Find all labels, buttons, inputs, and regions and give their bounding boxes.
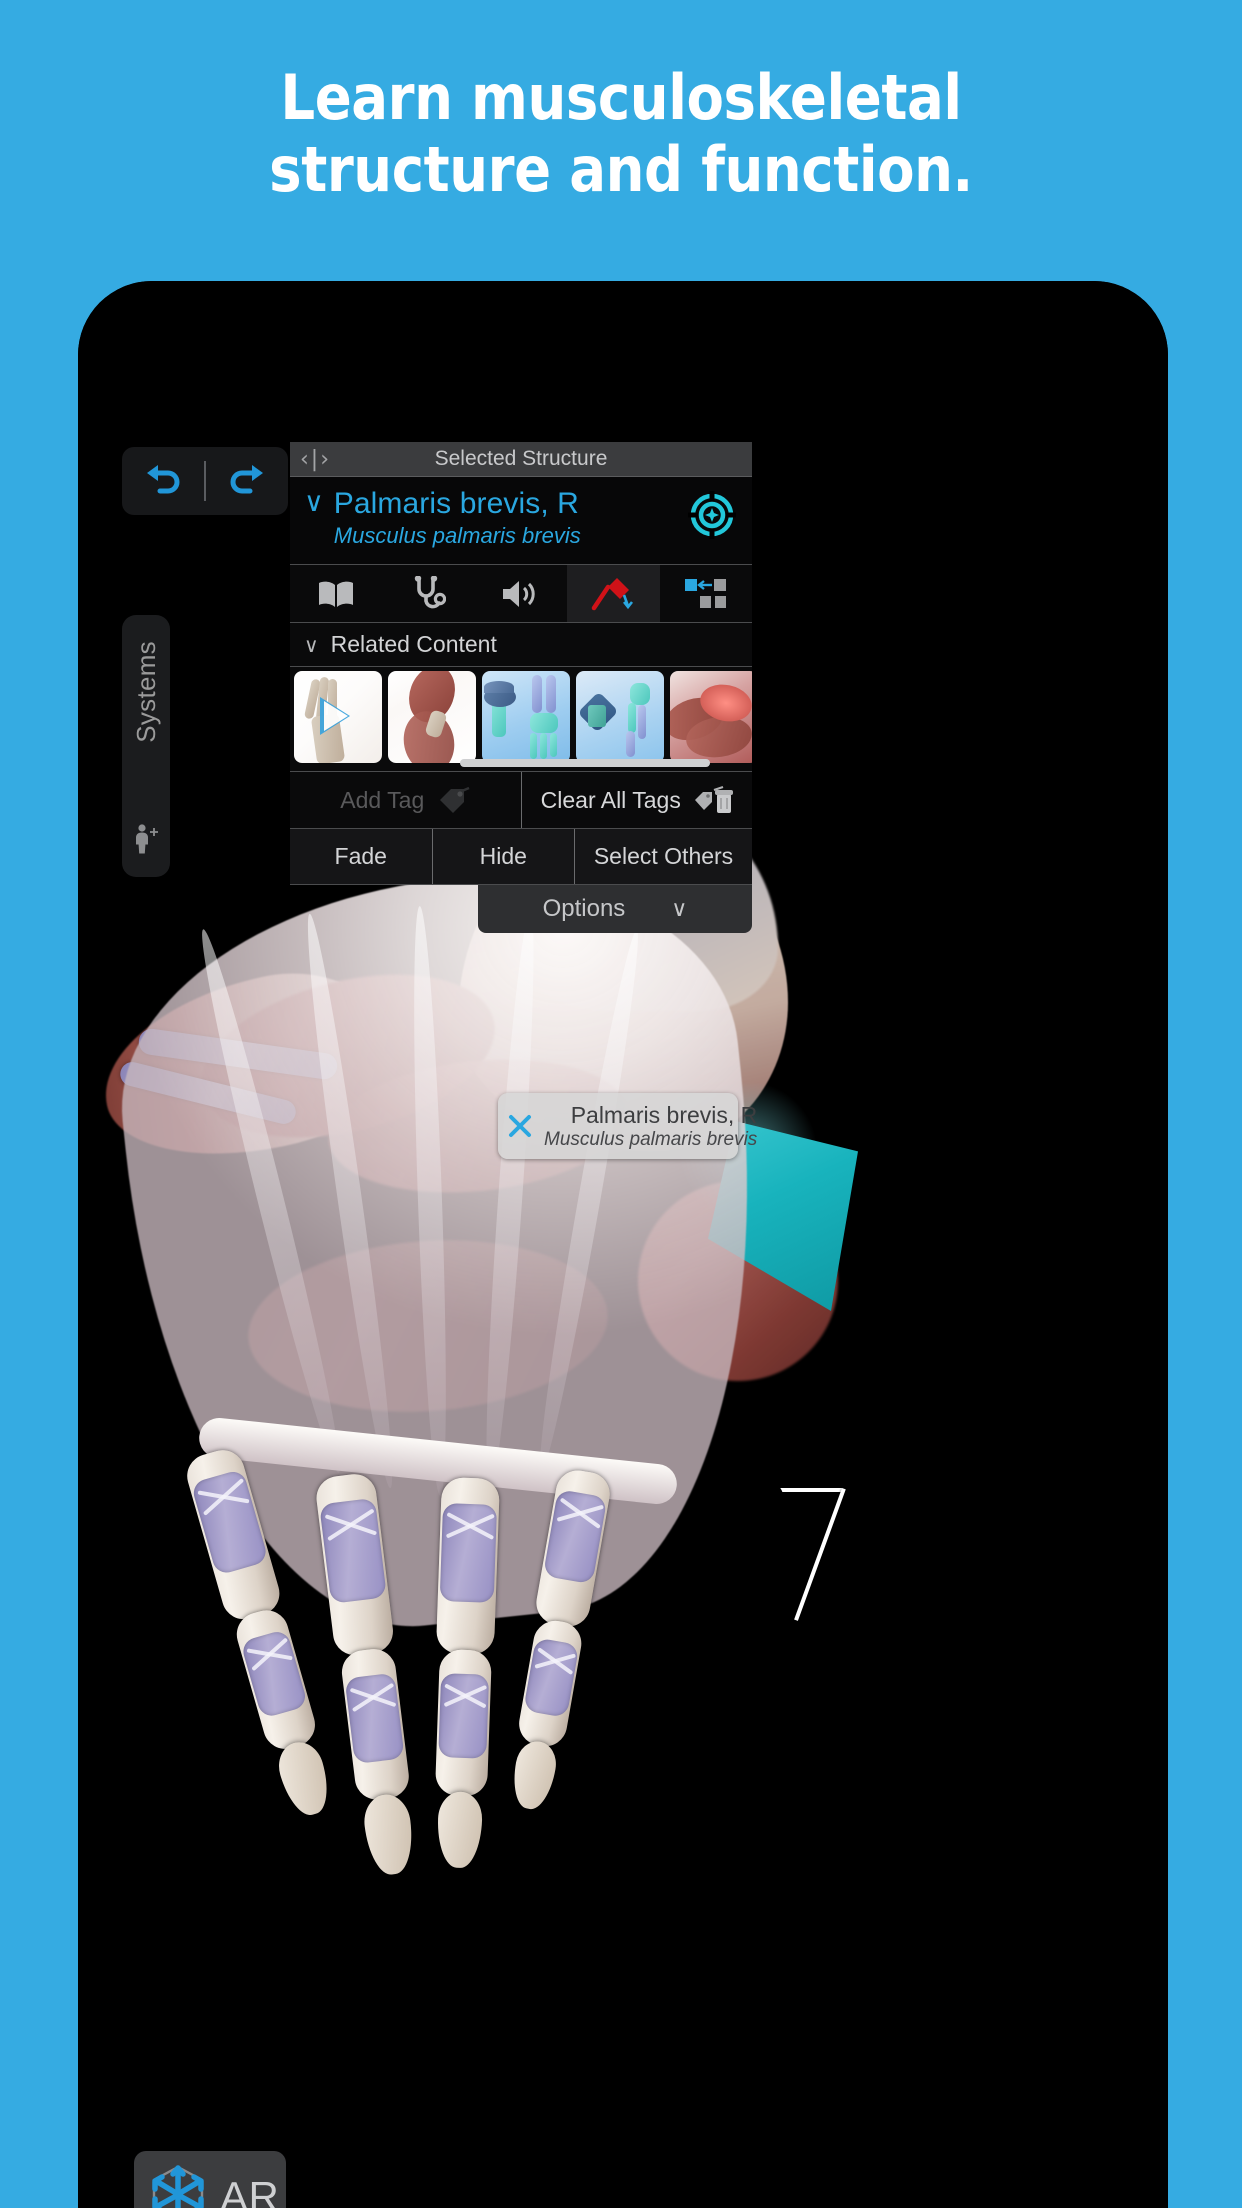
panel-title: Selected Structure xyxy=(434,447,608,470)
tag-actions-row: Add Tag Clear All Tags xyxy=(290,771,752,829)
callout-leader-line xyxy=(794,1488,846,1621)
pronounce-button[interactable] xyxy=(475,565,567,622)
ar-button[interactable]: AR xyxy=(134,2151,286,2208)
bone-shape xyxy=(630,683,650,705)
sidebar-item-systems[interactable]: Systems xyxy=(122,615,170,877)
model-callout[interactable]: Palmaris brevis, R Musculus palmaris bre… xyxy=(498,1093,757,1159)
related-content-thumbnails[interactable] xyxy=(290,667,752,771)
tag-icon xyxy=(436,785,470,815)
options-button[interactable]: Options ∨ xyxy=(478,885,752,933)
sidebar-item-label: Systems xyxy=(130,641,161,743)
tag-trash-icon xyxy=(693,784,733,816)
book-icon xyxy=(316,579,356,609)
redo-button[interactable] xyxy=(206,447,288,515)
structure-name-latin: Musculus palmaris brevis xyxy=(333,523,581,548)
structure-name-block: ∨ Palmaris brevis, R Musculus palmaris b… xyxy=(290,477,752,565)
implant-wedge xyxy=(588,705,606,727)
headline-line-2: structure and function. xyxy=(269,132,973,206)
distal-phalanx xyxy=(436,1791,484,1869)
tendon-wrap xyxy=(240,1628,309,1719)
page-title: Learn musculoskeletal structure and func… xyxy=(75,62,1168,206)
clear-all-tags-label: Clear All Tags xyxy=(540,786,681,813)
select-others-button[interactable]: Select Others xyxy=(574,829,752,884)
callout-name-en: Palmaris brevis, R xyxy=(570,1101,758,1128)
phone-frame: Systems ‹|› Selected Structure ∨ Palmari… xyxy=(78,281,1168,2208)
bone-shape xyxy=(626,731,635,757)
play-icon xyxy=(320,697,350,735)
chevron-down-icon: ∨ xyxy=(304,632,319,657)
list-item[interactable] xyxy=(670,671,752,763)
panel-titlebar: ‹|› Selected Structure xyxy=(290,442,752,477)
layout-grid-icon xyxy=(684,577,728,611)
undo-arrow-icon xyxy=(142,464,184,498)
callout-leader-horizontal xyxy=(780,1488,842,1492)
bone-shape xyxy=(550,733,557,757)
close-x-icon[interactable] xyxy=(506,1112,534,1140)
undo-redo-group xyxy=(122,447,288,515)
tendon-wrap xyxy=(344,1672,405,1765)
selected-structure-panel: ‹|› Selected Structure ∨ Palmaris brevis… xyxy=(290,442,752,933)
locate-target-icon[interactable] xyxy=(686,489,738,541)
distal-phalanx xyxy=(361,1792,417,1878)
bone-shape xyxy=(540,733,547,759)
bone-shape xyxy=(628,703,636,733)
structure-name-en: Palmaris brevis, R xyxy=(333,487,579,520)
clear-all-tags-button[interactable]: Clear All Tags xyxy=(520,772,753,828)
layout-button[interactable] xyxy=(660,565,752,622)
list-item[interactable] xyxy=(294,671,382,763)
chevron-down-icon[interactable]: ∨ xyxy=(304,488,324,518)
ar-label: AR xyxy=(220,2173,280,2208)
headline-line-1: Learn musculoskeletal xyxy=(280,61,962,134)
callout-name-latin: Musculus palmaris brevis xyxy=(544,1128,758,1150)
bone-shape xyxy=(532,675,542,713)
list-item[interactable] xyxy=(576,671,664,763)
definition-button[interactable] xyxy=(290,565,382,622)
undo-button[interactable] xyxy=(122,447,204,515)
speaker-icon xyxy=(500,578,542,610)
stethoscope-icon xyxy=(412,574,446,612)
structure-icon-toolbar xyxy=(290,565,752,623)
body-systems-add-icon xyxy=(129,822,163,861)
clinical-button[interactable] xyxy=(382,565,474,622)
ar-cube-icon xyxy=(144,2159,212,2208)
callout-anchor-dot xyxy=(757,1483,783,1509)
bone-shape xyxy=(638,705,646,739)
implant-shape xyxy=(484,681,514,693)
distal-phalanx xyxy=(508,1738,560,1813)
bone-shape xyxy=(530,713,558,733)
options-label: Options xyxy=(542,895,626,922)
bone-shape xyxy=(546,675,556,713)
thumbnails-scrollbar[interactable] xyxy=(460,759,710,767)
related-content-header[interactable]: ∨ Related Content xyxy=(290,623,752,667)
tendon-wrap xyxy=(319,1497,387,1604)
list-item[interactable] xyxy=(482,671,570,763)
related-content-title: Related Content xyxy=(330,631,497,657)
fade-button[interactable]: Fade xyxy=(290,829,432,884)
pin-button[interactable] xyxy=(567,565,660,622)
list-item[interactable] xyxy=(388,671,476,763)
distal-phalanx xyxy=(272,1736,336,1821)
chevron-down-icon: ∨ xyxy=(671,896,688,922)
history-nav-arrows[interactable]: ‹|› xyxy=(300,442,331,476)
pin-drop-icon xyxy=(590,575,636,613)
hide-button[interactable]: Hide xyxy=(431,829,575,884)
bone-shape xyxy=(530,733,537,759)
structure-actions-row: Fade Hide Select Others xyxy=(290,829,752,885)
add-tag-label: Add Tag xyxy=(340,786,425,813)
add-tag-button[interactable]: Add Tag xyxy=(290,772,521,828)
redo-arrow-icon xyxy=(226,464,268,498)
